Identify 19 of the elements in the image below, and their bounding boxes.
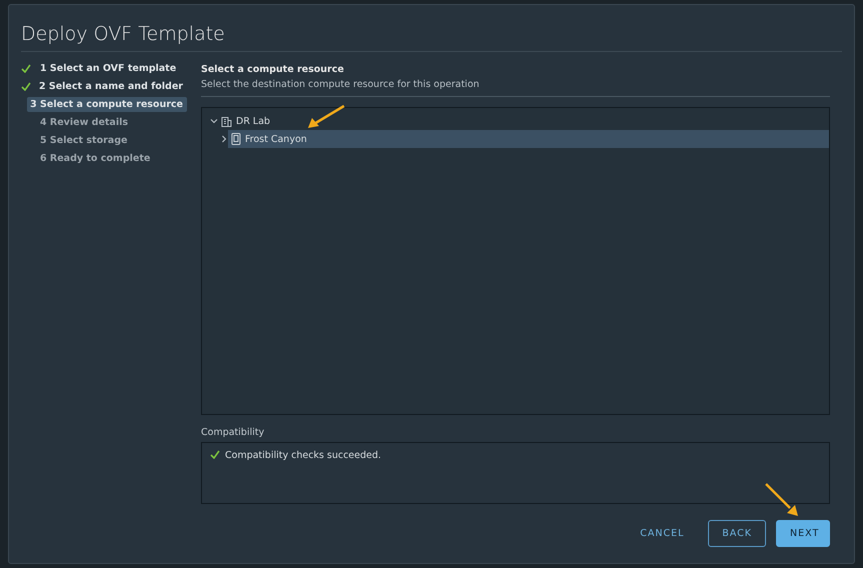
page-heading: Select a compute resource xyxy=(201,64,345,75)
compatibility-label: Compatibility xyxy=(201,427,266,438)
annotation-arrow xyxy=(306,104,346,130)
dialog-title: Deploy OVF Template xyxy=(21,23,842,52)
wizard-step[interactable]: 1 Select an OVF template xyxy=(37,60,180,76)
chevron-down-icon[interactable] xyxy=(210,117,218,125)
next-button[interactable]: NEXT xyxy=(776,520,830,547)
tree-item[interactable]: DR Lab xyxy=(218,112,829,130)
compatibility-message: Compatibility checks succeeded. xyxy=(225,450,382,462)
tree-item[interactable]: Frost Canyon xyxy=(228,130,829,148)
wizard-step[interactable]: 2 Select a name and folder xyxy=(36,78,187,94)
annotation-arrow xyxy=(764,482,800,518)
page-description: Select the destination compute resource for this operation xyxy=(201,79,830,97)
back-button[interactable]: BACK xyxy=(708,520,766,547)
chevron-right-icon[interactable] xyxy=(220,135,228,143)
cancel-button[interactable]: CANCEL xyxy=(626,520,698,547)
wizard-step[interactable]: 3 Select a compute resource xyxy=(27,96,187,112)
server-icon xyxy=(231,133,241,145)
building-icon xyxy=(221,116,232,126)
